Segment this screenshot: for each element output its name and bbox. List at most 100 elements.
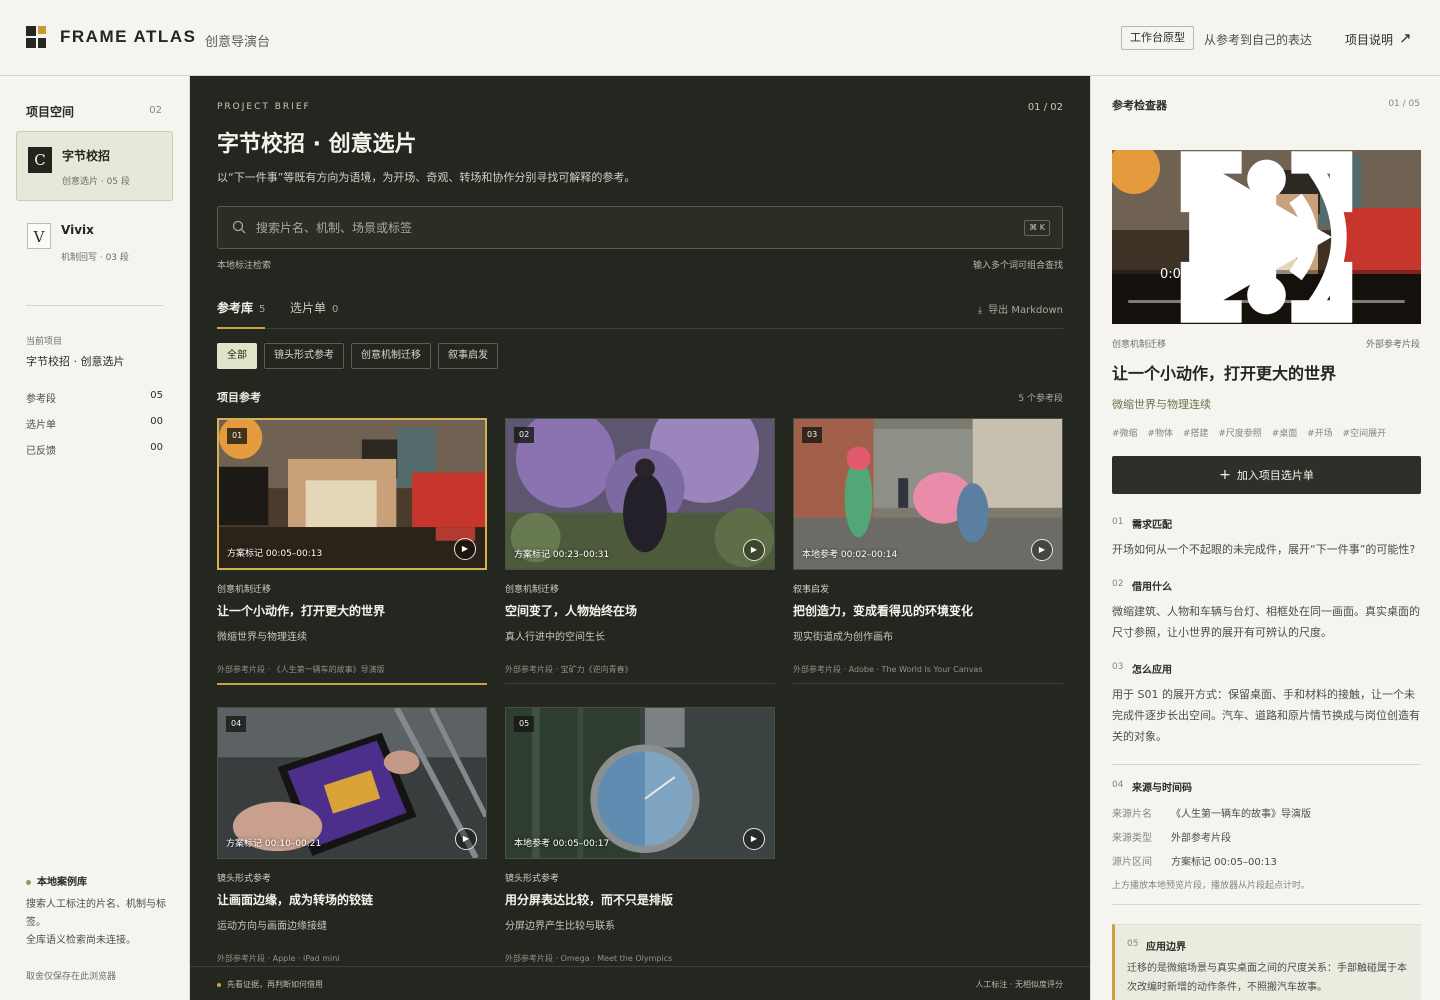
application-boundary-box: 05 应用边界 迁移的是微缩场景与真实桌面之间的尺度关系：手部触碰属于本次改编时… bbox=[1112, 924, 1421, 1000]
stat-value: 00 bbox=[150, 416, 163, 427]
hashtag[interactable]: #桌面 bbox=[1272, 429, 1298, 439]
card-number: 05 bbox=[514, 716, 535, 732]
source-label: 来源片名 bbox=[1112, 809, 1152, 820]
project-card-bytedance[interactable]: C 字节校招 创意选片 · 05 段 bbox=[16, 131, 173, 201]
card-thumbnail[interactable]: 02 方案标记 00:23–00:31 ▶ bbox=[505, 418, 775, 570]
card-thumbnail[interactable]: 01 方案标记 00:05–00:13 ▶ bbox=[217, 418, 487, 570]
stat-value: 00 bbox=[150, 442, 163, 453]
card-number: 02 bbox=[514, 427, 535, 443]
reference-card[interactable]: 03 本地参考 00:02–00:14 ▶ 叙事启发 把创造力，变成看得见的环境… bbox=[793, 418, 1063, 686]
more-options-icon[interactable] bbox=[1112, 150, 1421, 324]
tab-count: 0 bbox=[332, 304, 339, 315]
project-info-link[interactable]: 项目说明 bbox=[1345, 31, 1393, 48]
video-progress-bar[interactable] bbox=[1128, 300, 1405, 303]
search-icon bbox=[232, 220, 246, 234]
card-title: 空间变了，人物始终在场 bbox=[505, 604, 638, 618]
hashtag-list: #微缩 #物体 #搭建 #尺度参照 #桌面 #开场 #空间展开 bbox=[1112, 426, 1393, 439]
card-subtitle: 现实街道成为创作画布 bbox=[793, 632, 893, 643]
hashtag[interactable]: #微缩 bbox=[1112, 429, 1138, 439]
current-project-name: 字节校招 · 创意选片 bbox=[26, 355, 125, 368]
hashtag[interactable]: #空间展开 bbox=[1343, 429, 1387, 439]
section-number: 05 bbox=[1127, 939, 1139, 949]
search-scope-hint: 本地标注检索 bbox=[217, 261, 272, 271]
brief-pagination[interactable]: 01 / 02 bbox=[1028, 102, 1063, 113]
section-title: 应用边界 bbox=[1146, 942, 1186, 953]
project-name: 字节校招 bbox=[62, 149, 111, 163]
search-input[interactable] bbox=[256, 216, 1016, 240]
source-row-range: 源片区间 方案标记 00:05–00:13 bbox=[1112, 853, 1277, 868]
card-source: 外部参考片段 · 宝矿力《逆向青春》 bbox=[505, 665, 633, 674]
brand-name: FRAME ATLAS bbox=[60, 27, 197, 46]
reference-card[interactable]: 04 方案标记 00:10–00:21 ▶ 镜头形式参考 让画面边缘，成为转场的… bbox=[217, 707, 487, 975]
card-thumbnail[interactable]: 04 方案标记 00:10–00:21 ▶ bbox=[217, 707, 487, 859]
footer-left-text: 先看证据，再判断如何借用 bbox=[227, 980, 323, 989]
card-title: 让一个小动作，打开更大的世界 bbox=[217, 604, 386, 618]
card-timecode: 方案标记 00:23–00:31 bbox=[514, 550, 610, 560]
card-underline bbox=[505, 683, 775, 684]
hashtag[interactable]: #物体 bbox=[1147, 429, 1173, 439]
project-letter-icon: V bbox=[27, 223, 51, 249]
project-card-vivix[interactable]: V Vivix 机制回写 · 03 段 bbox=[16, 208, 173, 278]
filter-narrative[interactable]: 叙事启发 bbox=[438, 343, 498, 369]
page-title: 字节校招 · 创意选片 bbox=[217, 132, 417, 157]
section-body: 用于 S01 的展开方式：保留桌面、手和材料的接触，让一个未完成件逐步长出空间。… bbox=[1112, 688, 1420, 743]
source-value: 外部参考片段 bbox=[1171, 833, 1231, 844]
export-label: 导出 Markdown bbox=[988, 305, 1063, 316]
source-label: 源片区间 bbox=[1112, 857, 1152, 868]
inspector-divider bbox=[1112, 764, 1421, 765]
inspector-count: 01 / 05 bbox=[1388, 99, 1420, 109]
card-timecode: 方案标记 00:05–00:13 bbox=[227, 549, 323, 559]
search-box[interactable]: ⌘ K bbox=[217, 206, 1063, 249]
filter-mechanism[interactable]: 创意机制迁移 bbox=[351, 343, 431, 369]
card-timecode: 本地参考 00:05–00:17 bbox=[514, 839, 610, 849]
tab-selection-list[interactable]: 选片单 0 bbox=[290, 299, 338, 329]
card-underline bbox=[793, 683, 1063, 684]
source-note: 上方播放本地预览片段，播放器从片段起点计时。 bbox=[1112, 881, 1311, 891]
current-project-label: 当前项目 bbox=[26, 337, 63, 347]
play-icon[interactable]: ▶ bbox=[743, 828, 765, 850]
card-timecode: 方案标记 00:10–00:21 bbox=[226, 839, 322, 849]
add-to-selection-button[interactable]: + 加入项目选片单 bbox=[1112, 456, 1421, 494]
play-icon[interactable]: ▶ bbox=[454, 538, 476, 560]
card-source: 外部参考片段 · Omega · Meet the Olympics bbox=[505, 954, 673, 963]
play-icon[interactable]: ▶ bbox=[455, 828, 477, 850]
hashtag[interactable]: #开场 bbox=[1307, 429, 1333, 439]
card-tag: 叙事启发 bbox=[793, 585, 830, 595]
hashtag[interactable]: #尺度参照 bbox=[1218, 429, 1262, 439]
filter-all[interactable]: 全部 bbox=[217, 343, 257, 369]
card-timecode: 本地参考 00:02–00:14 bbox=[802, 550, 898, 560]
stat-feedback: 已反馈 00 bbox=[26, 442, 163, 457]
footer-left: 先看证据，再判断如何借用 bbox=[217, 979, 323, 990]
play-icon[interactable]: ▶ bbox=[1031, 539, 1053, 561]
card-thumbnail[interactable]: 03 本地参考 00:02–00:14 ▶ bbox=[793, 418, 1063, 570]
export-markdown-button[interactable]: ⤓ 导出 Markdown bbox=[978, 301, 1063, 316]
reference-card[interactable]: 02 方案标记 00:23–00:31 ▶ 创意机制迁移 空间变了，人物始终在场… bbox=[505, 418, 775, 686]
project-name: Vivix bbox=[61, 223, 94, 237]
brief-eyebrow: PROJECT BRIEF bbox=[217, 102, 311, 112]
source-value: 《人生第一辆车的故事》导演版 bbox=[1171, 809, 1311, 820]
filter-shot-form[interactable]: 镜头形式参考 bbox=[264, 343, 344, 369]
header-tagline: 从参考到自己的表达 bbox=[1204, 33, 1313, 47]
reference-card[interactable]: 01 方案标记 00:05–00:13 ▶ 创意机制迁移 让一个小动作，打开更大… bbox=[217, 418, 487, 686]
project-count: 02 bbox=[149, 105, 162, 116]
source-row-title: 来源片名 《人生第一辆车的故事》导演版 bbox=[1112, 805, 1311, 820]
prototype-badge: 工作台原型 bbox=[1121, 26, 1194, 50]
shortcut-hint: ⌘ K bbox=[1024, 220, 1050, 236]
tab-count: 5 bbox=[259, 304, 266, 315]
arrow-up-right-icon[interactable]: ↗ bbox=[1399, 29, 1412, 47]
tab-label: 选片单 bbox=[290, 301, 327, 315]
card-number: 04 bbox=[226, 716, 247, 732]
video-player[interactable]: 0:00 / 0:08 bbox=[1112, 150, 1421, 324]
source-value: 方案标记 00:05–00:13 bbox=[1171, 857, 1277, 868]
reference-card[interactable]: 05 本地参考 00:05–00:17 ▶ 镜头形式参考 用分屏表达比较，而不只… bbox=[505, 707, 775, 975]
play-icon[interactable]: ▶ bbox=[743, 539, 765, 561]
hashtag[interactable]: #搭建 bbox=[1183, 429, 1209, 439]
tab-reference-library[interactable]: 参考库 5 bbox=[217, 299, 266, 329]
stat-selection-list: 选片单 00 bbox=[26, 416, 163, 431]
project-sidebar: 项目空间 02 C 字节校招 创意选片 · 05 段 V Vivix 机制回写 … bbox=[0, 76, 190, 1000]
card-thumbnail[interactable]: 05 本地参考 00:05–00:17 ▶ bbox=[505, 707, 775, 859]
source-row-type: 来源类型 外部参考片段 bbox=[1112, 829, 1231, 844]
storage-note: 取舍仅保存在此浏览器 bbox=[26, 972, 117, 982]
section-number: 02 bbox=[1112, 579, 1124, 589]
card-source: 外部参考片段 · Adobe · The World Is Your Canva… bbox=[793, 665, 983, 674]
